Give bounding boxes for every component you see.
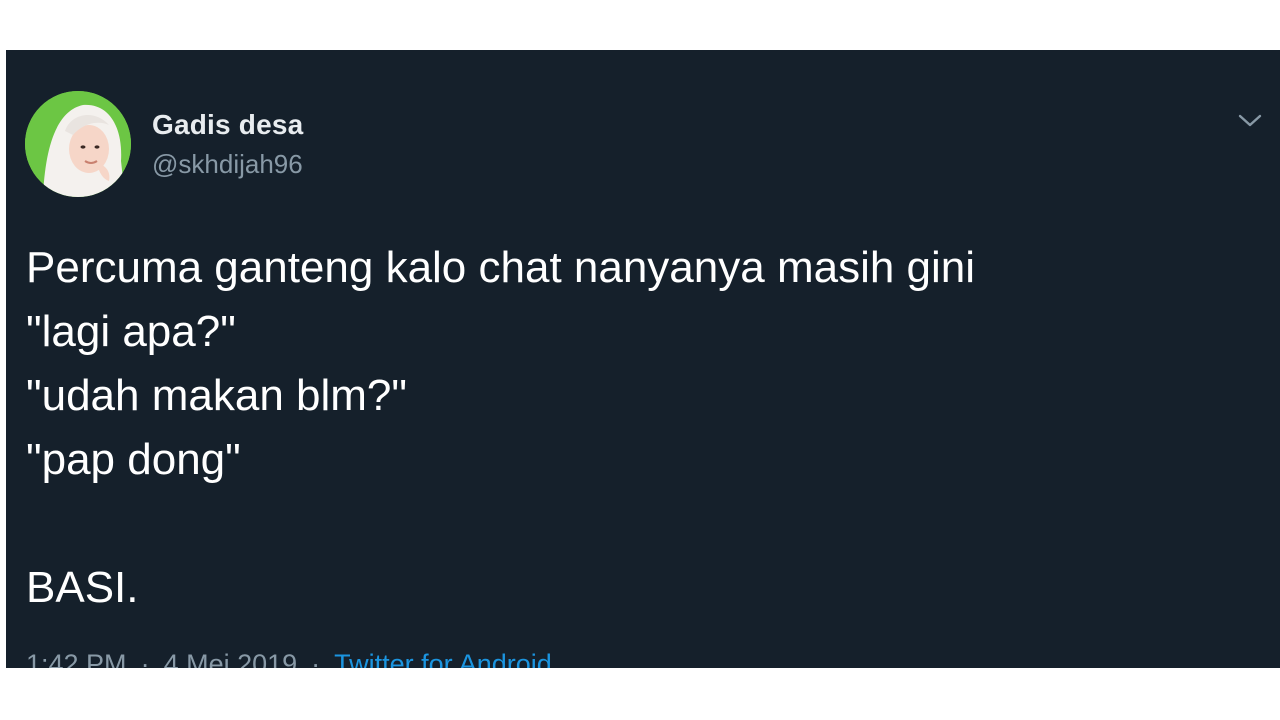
author-display-name[interactable]: Gadis desa — [152, 108, 303, 142]
avatar-image — [25, 91, 131, 197]
tweet-date[interactable]: 4 Mei 2019 — [164, 649, 298, 668]
tweet-source-link[interactable]: Twitter for Android — [334, 649, 552, 668]
author-handle[interactable]: @skhdijah96 — [152, 148, 303, 180]
tweet-menu-button[interactable] — [1236, 110, 1264, 130]
meta-separator: · — [311, 649, 321, 668]
user-info: Gadis desa @skhdijah96 — [152, 108, 303, 180]
tweet-time[interactable]: 1:42 PM — [26, 649, 127, 668]
chevron-down-icon — [1238, 114, 1262, 127]
tweet-text: Percuma ganteng kalo chat nanyanya masih… — [26, 243, 976, 612]
tweet-meta: 1:42 PM · 4 Mei 2019 · Twitter for Android — [26, 647, 552, 668]
tweet-card: Gadis desa @skhdijah96 Percuma ganteng k… — [6, 50, 1280, 668]
avatar[interactable] — [25, 91, 131, 197]
screenshot-frame: Gadis desa @skhdijah96 Percuma ganteng k… — [0, 0, 1280, 720]
meta-separator: · — [140, 649, 150, 668]
